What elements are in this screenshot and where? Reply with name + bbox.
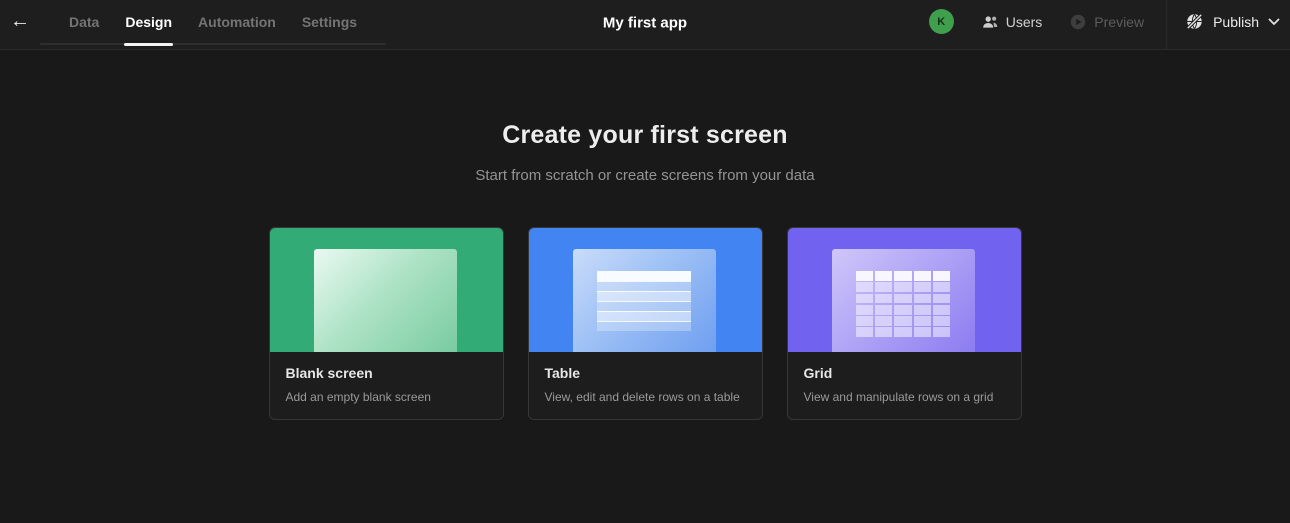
app-title: My first app [602,14,688,32]
users-button[interactable]: Users [981,13,1043,31]
tab-automation[interactable]: Automation [185,0,289,49]
topbar: ← Data Design Automation Settings My fir… [0,0,1290,50]
card-table[interactable]: Table View, edit and delete rows on a ta… [527,227,763,420]
page-title: Create your first screen [502,121,788,149]
card-subtitle: Add an empty blank screen [285,390,431,404]
grid-art [856,271,950,337]
back-button[interactable]: ← [0,0,40,49]
globe-strike-icon [1185,12,1204,31]
users-icon [981,13,999,31]
back-arrow-icon: ← [10,10,30,32]
preview-label: Preview [1094,13,1145,30]
chevron-down-icon[interactable] [1268,18,1280,26]
blank-screen-preview [269,228,503,352]
tab-design[interactable]: Design [112,0,185,49]
preview-button[interactable]: Preview [1069,13,1144,31]
builder-tabs: Data Design Automation Settings [40,0,387,49]
card-subtitle: View, edit and delete rows on a table [544,390,740,404]
card-title: Table [544,365,581,381]
grid-preview [787,228,1021,352]
page-subtitle: Start from scratch or create screens fro… [475,167,815,184]
topbar-actions: K Users Preview Publish [928,0,1290,49]
blank-screen-art [313,249,457,352]
card-blank-screen[interactable]: Blank screen Add an empty blank screen [268,227,504,420]
publish-label: Publish [1213,13,1259,30]
users-label: Users [1005,13,1043,30]
table-preview [528,228,762,352]
card-title: Blank screen [285,365,373,381]
user-avatar[interactable]: K [928,9,954,34]
empty-state: Create your first screen Start from scra… [0,121,1290,420]
tab-settings[interactable]: Settings [289,0,370,49]
tab-data[interactable]: Data [56,0,112,49]
card-grid[interactable]: Grid View and manipulate rows on a grid [786,227,1022,420]
table-art [597,271,691,331]
screen-template-cards: Blank screen Add an empty blank screen T… [0,227,1290,420]
card-title: Grid [803,365,833,381]
play-circle-icon [1069,13,1087,31]
publish-button[interactable]: Publish [1167,0,1290,43]
card-subtitle: View and manipulate rows on a grid [803,390,994,404]
